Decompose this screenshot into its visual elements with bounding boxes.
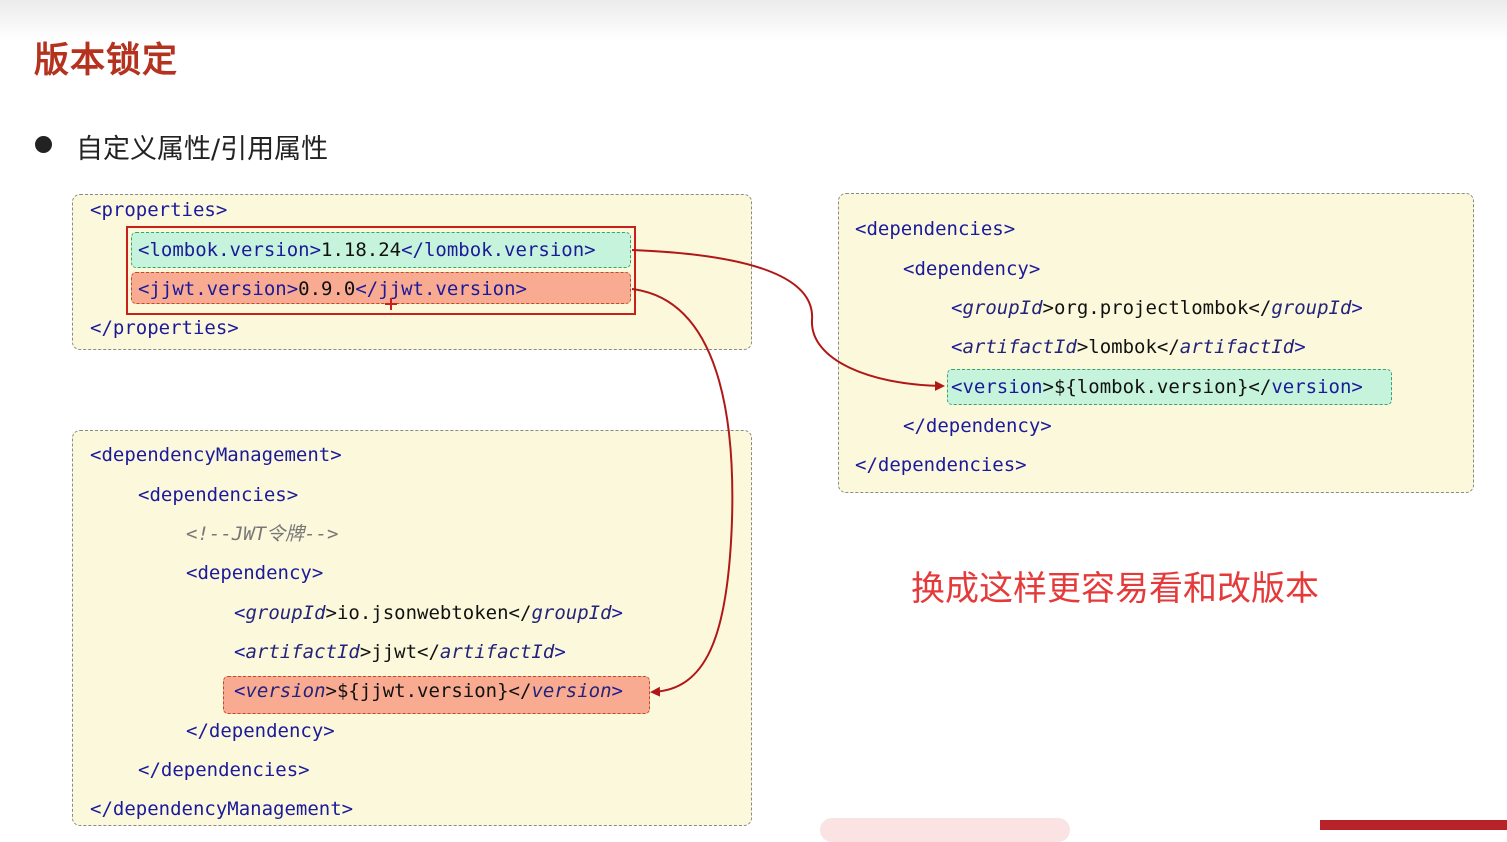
bottom-decoration (820, 818, 1070, 842)
annotation-note: 换成这样更容易看和改版本 (911, 569, 1319, 609)
jjwt-reference-arrow (631, 288, 734, 697)
lombok-reference-arrow (631, 249, 945, 391)
bottom-right-bar (1320, 820, 1507, 830)
cursor-cross-icon (385, 298, 397, 310)
reference-arrows (385, 249, 945, 697)
